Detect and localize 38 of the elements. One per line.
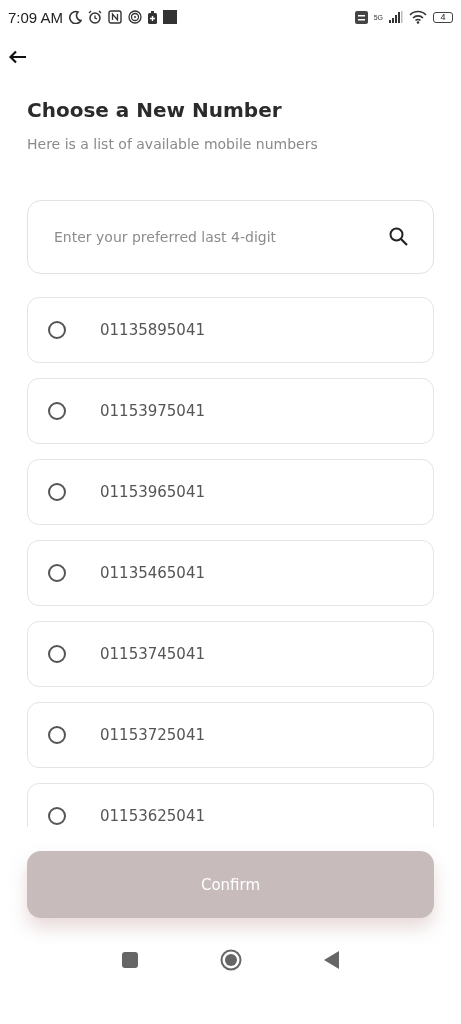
phone-number: 01153745041 [100,645,205,663]
battery-level: 4 [433,11,453,23]
signal-icon [389,11,403,23]
phone-number: 01153965041 [100,483,205,501]
number-option[interactable]: 01135895041 [27,297,434,363]
phone-number: 01135465041 [100,564,205,582]
search-icon[interactable] [389,227,408,246]
phone-number: 01153725041 [100,726,205,744]
radio-button[interactable] [48,321,66,339]
recents-icon[interactable] [121,952,138,968]
phone-number: 01135895041 [100,321,205,339]
number-option[interactable]: 01153725041 [27,702,434,768]
radio-button[interactable] [48,564,66,582]
battery-saver-icon [148,10,158,24]
home-icon[interactable] [219,949,242,971]
number-option[interactable]: 01153965041 [27,459,434,525]
radio-button[interactable] [48,483,66,501]
number-option[interactable]: 01153975041 [27,378,434,444]
radio-button[interactable] [48,645,66,663]
number-option[interactable]: 01153745041 [27,621,434,687]
alarm-icon [88,10,103,24]
wifi-icon [409,10,427,24]
radio-button[interactable] [48,807,66,825]
phone-number: 01153625041 [100,807,205,825]
radio-button[interactable] [48,402,66,420]
phone-number: 01153975041 [100,402,205,420]
moon-icon [69,10,83,24]
radio-button[interactable] [48,726,66,744]
nfc-icon [108,10,123,24]
number-option[interactable]: 01153625041 [27,783,434,827]
page-subtitle: Here is a list of available mobile numbers [27,136,319,152]
status-time: 7:09 AM [8,8,64,26]
square-icon [163,10,178,24]
number-option[interactable]: 01135465041 [27,540,434,606]
search-field[interactable]: Enter your preferred last 4-digit [27,200,434,274]
back-icon[interactable] [323,951,340,969]
back-arrow-icon[interactable] [9,50,27,64]
page-title: Choose a New Number [27,98,283,122]
